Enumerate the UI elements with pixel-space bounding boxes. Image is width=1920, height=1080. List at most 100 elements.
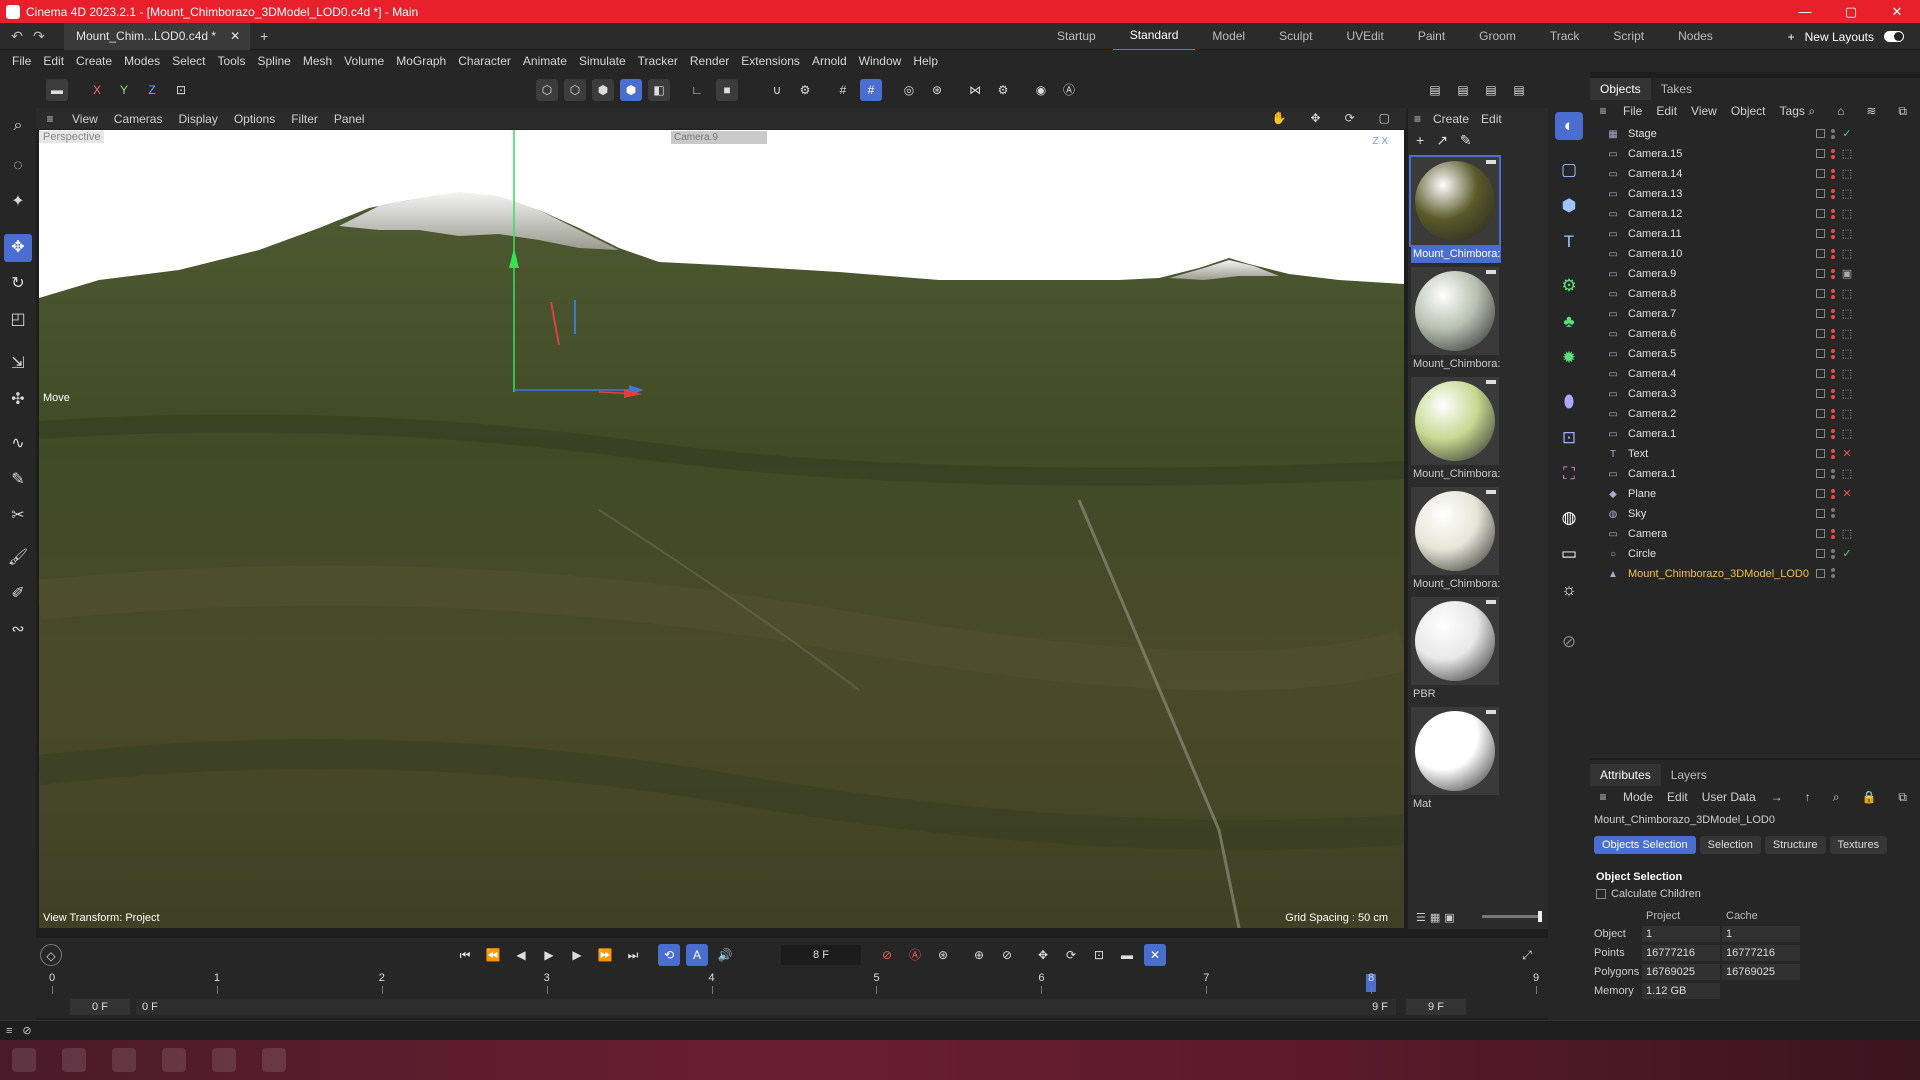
menu-select[interactable]: Select <box>166 54 211 68</box>
visibility-dots[interactable] <box>1831 248 1835 260</box>
object-tag-icon[interactable]: ✕ <box>1841 487 1853 500</box>
filter-icon[interactable]: ≋ <box>1859 104 1883 119</box>
timeline-settings-icon[interactable]: ▬ <box>1116 944 1138 966</box>
object-mode-icon[interactable]: ▬ <box>46 79 68 101</box>
layout-tab-script[interactable]: Script <box>1596 23 1661 50</box>
object-name[interactable]: Camera.9 <box>1628 268 1676 280</box>
autokey-mode-icon[interactable]: A <box>686 944 708 966</box>
object-enable-checkbox[interactable] <box>1816 189 1825 198</box>
object-name[interactable]: Camera <box>1628 528 1667 540</box>
visibility-dots[interactable] <box>1831 208 1835 220</box>
layout-tab-track[interactable]: Track <box>1533 23 1597 50</box>
viewport-menu-view[interactable]: View <box>64 112 106 126</box>
arnold-render-icon[interactable]: ◉ <box>1030 79 1052 101</box>
attribute-menu-edit[interactable]: Edit <box>1660 790 1695 804</box>
attribute-menu-hamburger-icon[interactable]: ≡ <box>1590 790 1616 804</box>
menu-file[interactable]: File <box>6 54 37 68</box>
object-tag-icon[interactable]: ✓ <box>1841 547 1853 560</box>
layout-tab-standard[interactable]: Standard <box>1112 22 1196 51</box>
object-row[interactable]: ▭ Camera.2 ⬚ <box>1596 404 1916 424</box>
object-row[interactable]: ▭ Camera ⬚ <box>1596 524 1916 544</box>
object-menu-view[interactable]: View <box>1684 104 1724 118</box>
cube-icon[interactable]: ⬢ <box>1555 192 1583 220</box>
calculate-children-option[interactable]: Calculate Children <box>1596 888 1701 900</box>
layout-tab-sculpt[interactable]: Sculpt <box>1262 23 1329 50</box>
calculate-children-checkbox[interactable] <box>1596 889 1606 899</box>
large-view-icon[interactable]: ▣ <box>1444 911 1454 924</box>
new-layouts-toggle[interactable] <box>1884 31 1904 42</box>
material-menu-hamburger-icon[interactable]: ≡ <box>1408 112 1427 126</box>
camera-tag[interactable]: Camera.9 <box>671 131 767 144</box>
object-menu-hamburger-icon[interactable]: ≡ <box>1590 104 1616 118</box>
maximize-view-icon[interactable]: ▢ <box>1371 111 1398 125</box>
object-enable-checkbox[interactable] <box>1816 289 1825 298</box>
texture-mode-icon[interactable]: ◧ <box>648 79 670 101</box>
spline-pen-icon[interactable]: ∿ <box>4 430 32 458</box>
light-icon[interactable]: ☼ <box>1555 576 1583 604</box>
object-row[interactable]: ▭ Camera.3 ⬚ <box>1596 384 1916 404</box>
object-name[interactable]: Sky <box>1628 508 1646 520</box>
viewport-menu-options[interactable]: Options <box>226 112 283 126</box>
object-tag-icon[interactable]: ⬚ <box>1841 467 1853 480</box>
pan-icon[interactable]: ✋ <box>1264 111 1295 125</box>
menu-render[interactable]: Render <box>684 54 735 68</box>
object-row[interactable]: ▦ Stage ✓ <box>1596 124 1916 144</box>
taskbar-app-icon-6[interactable] <box>262 1048 286 1072</box>
visibility-dots[interactable] <box>1831 528 1835 540</box>
environment-icon[interactable]: ◍ <box>1555 504 1583 532</box>
rotate-tool-icon[interactable]: ↻ <box>4 270 32 298</box>
attribute-menu-mode[interactable]: Mode <box>1616 790 1660 804</box>
object-enable-checkbox[interactable] <box>1816 329 1825 338</box>
subtab-structure[interactable]: Structure <box>1764 836 1826 854</box>
model-mode-icon[interactable]: ⬢ <box>620 79 642 101</box>
object-enable-checkbox[interactable] <box>1816 349 1825 358</box>
visibility-dots[interactable] <box>1831 488 1835 500</box>
home-icon[interactable]: ⌂ <box>1830 104 1851 119</box>
grid-view-icon[interactable]: ▦ <box>1430 911 1440 924</box>
layout-tab-nodes[interactable]: Nodes <box>1661 23 1730 50</box>
object-name[interactable]: Camera.8 <box>1628 288 1676 300</box>
object-tag-icon[interactable]: ⬚ <box>1841 307 1853 320</box>
object-enable-checkbox[interactable] <box>1816 529 1825 538</box>
object-menu-object[interactable]: Object <box>1724 104 1773 118</box>
view-panel-icon[interactable]: ◐ <box>1555 112 1583 140</box>
visibility-dots[interactable] <box>1831 388 1835 400</box>
max-frame-field[interactable]: 9 F <box>1406 999 1466 1015</box>
material-thumbnail[interactable] <box>1409 155 1501 247</box>
attr-search-icon[interactable]: ⌕ <box>1826 790 1847 805</box>
visibility-dots[interactable] <box>1831 288 1835 300</box>
object-menu-edit[interactable]: Edit <box>1649 104 1684 118</box>
object-name[interactable]: Camera.15 <box>1628 148 1682 160</box>
tab-attributes[interactable]: Attributes <box>1590 764 1661 786</box>
sketch-tool-icon[interactable]: ∾ <box>4 616 32 644</box>
lock-icon[interactable]: 🔒 <box>1854 790 1883 805</box>
up-arrow-icon[interactable]: ↑ <box>1798 790 1818 805</box>
undo-icon[interactable]: ↶ <box>6 28 28 45</box>
render-view-icon[interactable]: ▤ <box>1424 79 1446 101</box>
render-region-icon[interactable]: ◎ <box>898 79 920 101</box>
object-tag-icon[interactable]: ⬚ <box>1841 227 1853 240</box>
go-to-start-icon[interactable]: ⏮ <box>454 944 476 966</box>
object-name[interactable]: Camera.1 <box>1628 428 1676 440</box>
viewport-menu-filter[interactable]: Filter <box>283 112 326 126</box>
object-enable-checkbox[interactable] <box>1816 568 1825 578</box>
go-to-end-icon[interactable]: ⏭ <box>622 944 644 966</box>
thumbnail-size-slider[interactable] <box>1482 911 1542 922</box>
object-tag-icon[interactable]: ⬚ <box>1841 247 1853 260</box>
material-thumbnail[interactable] <box>1411 267 1499 355</box>
object-name[interactable]: Camera.5 <box>1628 348 1676 360</box>
render-settings-icon[interactable]: ⊛ <box>926 79 948 101</box>
eyedropper-icon[interactable]: ✐ <box>4 580 32 608</box>
menu-help[interactable]: Help <box>907 54 944 68</box>
min-frame-field[interactable]: 0 F <box>70 999 130 1015</box>
material-thumbnail[interactable] <box>1411 597 1499 685</box>
object-tag-icon[interactable]: ⬚ <box>1841 527 1853 540</box>
object-tag-icon[interactable]: ⬚ <box>1841 407 1853 420</box>
workplane-icon[interactable]: ∟ <box>686 79 708 101</box>
material-menu-create[interactable]: Create <box>1427 112 1475 126</box>
add-material-icon[interactable]: + <box>1416 132 1424 148</box>
object-tag-icon[interactable]: ✓ <box>1841 127 1853 140</box>
record-icon[interactable]: ⊘ <box>876 944 898 966</box>
object-tag-icon[interactable]: ⬚ <box>1841 427 1853 440</box>
visibility-dots[interactable] <box>1831 448 1835 460</box>
